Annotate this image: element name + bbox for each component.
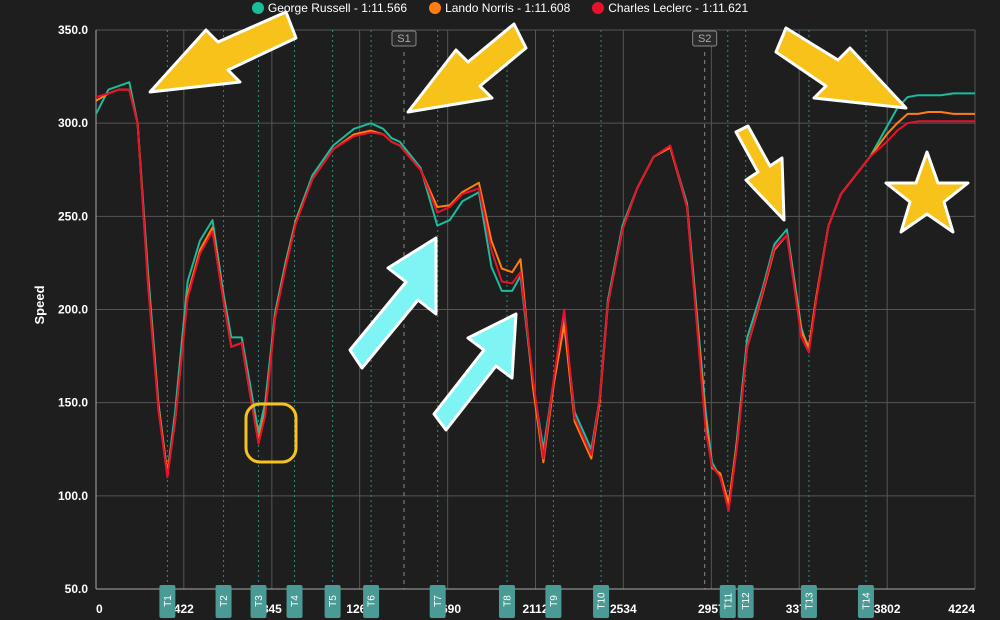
y-tick-label: 100.0 [58,489,88,503]
turn-label: T3 [254,595,265,607]
speed-chart: 350.0300.0250.0200.0150.0100.050.00 422 84… [32,10,976,618]
turn-label: T5 [328,595,339,607]
turn-label: T10 [597,592,608,610]
y-axis-label: Speed [32,285,47,324]
star-annotation [884,150,970,234]
y-tick-label: 350.0 [58,23,88,37]
y-tick-label: 300.0 [58,116,88,130]
turn-label: T6 [367,595,378,607]
turn-label: T7 [433,595,444,607]
y-tick-label: 150.0 [58,396,88,410]
x-tick-label: 4224 [948,602,975,616]
turn-label: T9 [549,595,560,607]
arrow-annotation [774,26,908,110]
y-tick-label: 50.0 [65,582,89,596]
turn-label: T11 [723,592,734,609]
arrow-annotation [734,124,786,222]
x-tick-label: 422 [174,602,194,616]
x-tick-label: 2112 [522,602,548,616]
arrow-annotation [348,236,438,370]
x-tick-label: 2534 [610,602,637,616]
arrow-annotation [432,312,518,432]
sector-label: S2 [698,33,711,45]
y-tick-label: 250.0 [58,209,88,223]
turn-label: T14 [861,592,872,610]
turn-label: T2 [219,595,230,607]
turn-label: T13 [804,592,815,610]
x-tick-label: 0 [96,602,103,616]
turn-label: T12 [741,592,752,610]
arrow-annotation [406,22,528,114]
x-tick-label: 3802 [874,602,901,616]
sector-label: S1 [397,33,410,45]
turn-label: T8 [502,595,513,607]
turn-label: T1 [163,595,174,607]
arrow-annotation [148,10,298,94]
y-tick-label: 200.0 [58,303,88,317]
turn-label: T4 [290,595,301,607]
